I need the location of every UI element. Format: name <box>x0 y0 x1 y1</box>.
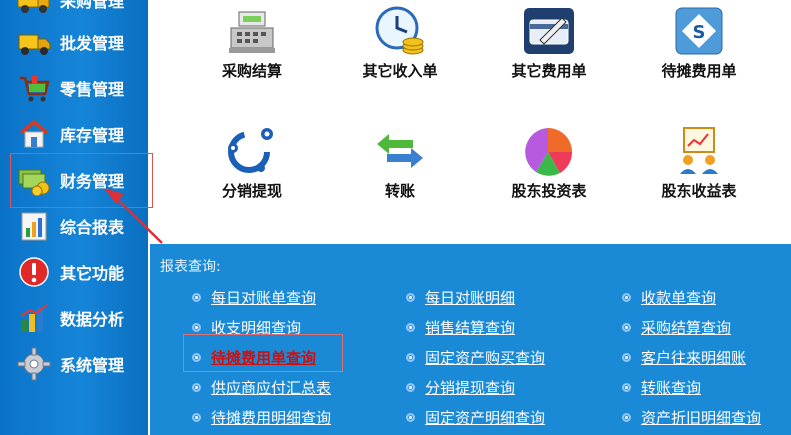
sidebar-item-label: 综合报表 <box>60 218 125 237</box>
bullet-icon <box>622 382 631 392</box>
grid-item-label: 转账 <box>384 182 415 200</box>
grid-item-label: 采购结算 <box>221 62 282 80</box>
report-link-label: 采购结算查询 <box>641 318 732 337</box>
purchase-truck-icon <box>14 0 54 20</box>
deferred-link-highlight-box <box>183 334 343 372</box>
bullet-icon <box>192 322 201 332</box>
grid-item-label: 股东收益表 <box>661 182 737 200</box>
other-alert-icon <box>14 252 54 292</box>
grid-item-label: 分销提现 <box>221 182 282 200</box>
retail-cart-icon <box>14 68 54 108</box>
svg-text:S: S <box>693 22 706 43</box>
bullet-icon <box>192 292 201 302</box>
report-link-label: 分销提现查询 <box>425 378 516 397</box>
grid-item-other-expense[interactable]: 其它费用单 <box>482 6 612 98</box>
sidebar-item-label: 零售管理 <box>60 80 125 99</box>
bullet-icon <box>406 322 415 332</box>
bullet-icon <box>192 382 201 392</box>
s-badge-icon: S <box>672 6 726 60</box>
transfer-arrows-icon <box>373 126 427 180</box>
report-link-deferred-detail[interactable]: 待摊费用明细查询 <box>192 406 331 428</box>
sidebar-item-purchase[interactable]: 采购管理 <box>14 0 146 20</box>
bullet-icon <box>406 382 415 392</box>
sidebar-item-label: 库存管理 <box>60 126 125 145</box>
report-link-receipt-query[interactable]: 收款单查询 <box>622 286 716 308</box>
report-link-sales-settlement[interactable]: 销售结算查询 <box>406 316 515 338</box>
report-link-label: 每日对账明细 <box>425 288 516 307</box>
report-link-daily-statement[interactable]: 每日对账单查询 <box>192 286 316 308</box>
sidebar-item-label: 其它功能 <box>60 264 125 283</box>
sidebar-item-other[interactable]: 其它功能 <box>14 252 146 292</box>
report-link-customer-ledger[interactable]: 客户往来明细账 <box>622 346 746 368</box>
grid-item-other-income[interactable]: 其它收入单 <box>333 6 463 98</box>
grid-item-distribution-withdrawal[interactable]: 分销提现 <box>185 126 315 218</box>
sidebar-item-system[interactable]: 系统管理 <box>14 344 146 384</box>
sidebar-item-retail[interactable]: 零售管理 <box>14 68 146 108</box>
grid-item-label: 其它费用单 <box>511 62 587 80</box>
grid-item-shareholder-income[interactable]: 股东收益表 <box>632 126 762 218</box>
sidebar-item-analysis[interactable]: 数据分析 <box>14 298 146 338</box>
report-link-label: 转账查询 <box>641 378 702 397</box>
finance-highlight-box <box>10 153 153 208</box>
report-link-purchase-settlement[interactable]: 采购结算查询 <box>622 316 731 338</box>
clock-coins-icon <box>373 6 427 60</box>
grid-item-label: 其它收入单 <box>362 62 438 80</box>
inventory-house-icon <box>14 114 54 154</box>
report-link-fixed-asset-detail[interactable]: 固定资产明细查询 <box>406 406 545 428</box>
analysis-bars-icon <box>14 298 54 338</box>
report-link-depreciation-detail[interactable]: 资产折旧明细查询 <box>622 406 761 428</box>
cash-register-icon <box>225 6 279 60</box>
report-link-label: 待摊费用明细查询 <box>211 408 332 427</box>
bullet-icon <box>622 322 631 332</box>
sidebar-item-wholesale[interactable]: 批发管理 <box>14 22 146 62</box>
report-link-fixed-asset-purchase[interactable]: 固定资产购买查询 <box>406 346 545 368</box>
presentation-people-icon <box>672 126 726 180</box>
report-chart-icon <box>14 206 54 246</box>
bullet-icon <box>406 292 415 302</box>
report-link-transfer-query[interactable]: 转账查询 <box>622 376 701 398</box>
sidebar-item-reports[interactable]: 综合报表 <box>14 206 146 246</box>
grid-item-deferred-expense[interactable]: S 待摊费用单 <box>632 6 762 98</box>
grid-item-purchase-settlement[interactable]: 采购结算 <box>185 6 315 98</box>
sidebar-item-label: 系统管理 <box>60 356 125 375</box>
report-link-label: 固定资产购买查询 <box>425 348 546 367</box>
bullet-icon <box>406 352 415 362</box>
sidebar-item-label: 批发管理 <box>60 34 125 53</box>
report-link-label: 供应商应付汇总表 <box>211 378 332 397</box>
report-link-label: 固定资产明细查询 <box>425 408 546 427</box>
bullet-icon <box>622 292 631 302</box>
report-query-panel: 报表查询: 每日对账单查询 收支明细查询 待摊费用单查询 供应商应付汇总表 待摊… <box>150 244 791 435</box>
grid-item-shareholder-investment[interactable]: 股东投资表 <box>482 126 612 218</box>
bullet-icon <box>192 412 201 422</box>
bullet-icon <box>406 412 415 422</box>
report-link-daily-detail[interactable]: 每日对账明细 <box>406 286 515 308</box>
report-link-supplier-payable[interactable]: 供应商应付汇总表 <box>192 376 331 398</box>
card-pen-icon <box>522 6 576 60</box>
report-link-label: 销售结算查询 <box>425 318 516 337</box>
sidebar-item-label: 数据分析 <box>60 310 125 329</box>
report-link-label: 客户往来明细账 <box>641 348 747 367</box>
bullet-icon <box>622 412 631 422</box>
gear-ring-icon <box>225 126 279 180</box>
system-gear-icon <box>14 344 54 384</box>
sidebar: 采购管理 批发管理 零售管理 库存管理 财务管理 综合报表 其它功能 数据分析 … <box>0 0 153 435</box>
app-window: { "sidebar": { "items": [ {"label": "采购管… <box>0 0 791 435</box>
bullet-icon <box>622 352 631 362</box>
report-link-distribution-withdrawal[interactable]: 分销提现查询 <box>406 376 515 398</box>
wholesale-truck-icon <box>14 22 54 62</box>
grid-item-transfer[interactable]: 转账 <box>333 126 463 218</box>
sidebar-item-label: 采购管理 <box>60 0 125 11</box>
grid-item-label: 股东投资表 <box>511 182 587 200</box>
report-panel-title: 报表查询: <box>160 259 221 275</box>
grid-item-label: 待摊费用单 <box>661 62 737 80</box>
sidebar-item-inventory[interactable]: 库存管理 <box>14 114 146 154</box>
report-link-label: 收款单查询 <box>641 288 717 307</box>
pie-chart-icon <box>522 126 576 180</box>
report-link-label: 资产折旧明细查询 <box>641 408 762 427</box>
report-link-label: 每日对账单查询 <box>211 288 317 307</box>
